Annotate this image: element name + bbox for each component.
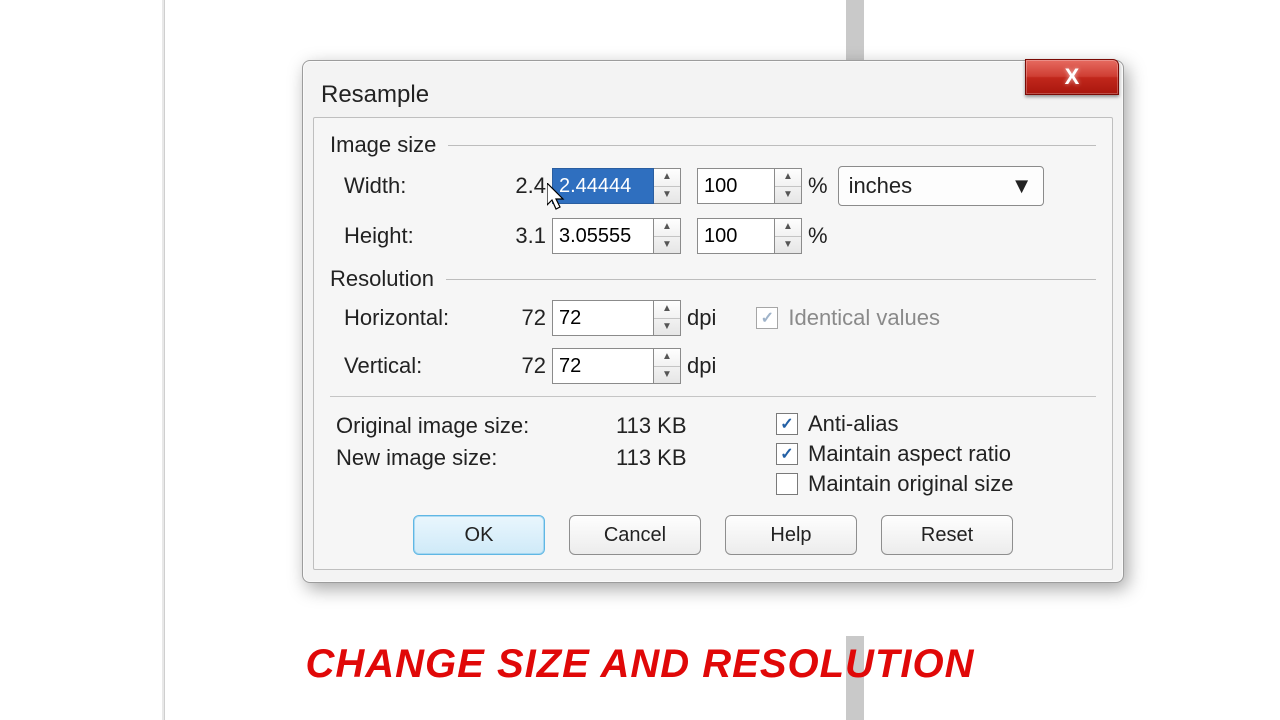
divider — [330, 396, 1096, 397]
bg-page-edge-left — [162, 0, 165, 720]
horizontal-spin-up[interactable]: ▲ — [654, 301, 680, 319]
horizontal-spin-down[interactable]: ▼ — [654, 319, 680, 336]
original-size-label: Original image size: — [330, 413, 616, 439]
vertical-spin-buttons: ▲ ▼ — [654, 348, 681, 384]
width-original-hint: 2.4 — [494, 173, 552, 199]
vertical-spin-down[interactable]: ▼ — [654, 367, 680, 384]
section-rule — [448, 145, 1096, 146]
height-input[interactable] — [552, 218, 654, 254]
horizontal-spin-buttons: ▲ ▼ — [654, 300, 681, 336]
section-rule — [446, 279, 1096, 280]
vertical-input[interactable] — [552, 348, 654, 384]
width-pct-spin-up[interactable]: ▲ — [775, 169, 801, 187]
row-height: Height: 3.1 ▲ ▼ ▲ ▼ % — [330, 218, 1096, 254]
close-button[interactable]: X — [1025, 59, 1119, 95]
checkbox-icon: ✓ — [756, 307, 778, 329]
horizontal-input[interactable] — [552, 300, 654, 336]
height-spin-down[interactable]: ▼ — [654, 237, 680, 254]
anti-alias-checkbox[interactable]: ✓ Anti-alias — [776, 411, 1096, 437]
horizontal-label: Horizontal: — [330, 305, 494, 331]
width-spin-buttons: ▲ ▼ — [654, 168, 681, 204]
button-bar: OK Cancel Help Reset — [330, 515, 1096, 555]
height-pct-spin-up[interactable]: ▲ — [775, 219, 801, 237]
width-pct-spinner: ▲ ▼ — [697, 168, 802, 204]
row-horizontal: Horizontal: 72 ▲ ▼ dpi ✓ Identical value… — [330, 300, 1096, 336]
height-spin-buttons: ▲ ▼ — [654, 218, 681, 254]
height-pct-input[interactable] — [697, 218, 775, 254]
row-vertical: Vertical: 72 ▲ ▼ dpi — [330, 348, 1096, 384]
ok-button[interactable]: OK — [413, 515, 545, 555]
horizontal-spinner: ▲ ▼ — [552, 300, 681, 336]
height-label: Height: — [330, 223, 494, 249]
titlebar: Resample X — [303, 61, 1123, 111]
row-width: Width: 2.4 ▲ ▼ ▲ ▼ % — [330, 166, 1096, 206]
new-size-label: New image size: — [330, 445, 616, 471]
reset-button[interactable]: Reset — [881, 515, 1013, 555]
width-spinner: ▲ ▼ — [552, 168, 681, 204]
section-resolution: Resolution — [330, 266, 1096, 292]
units-combo-value: inches — [849, 173, 913, 199]
horizontal-dpi-unit: dpi — [681, 305, 726, 331]
identical-values-label: Identical values — [788, 305, 940, 331]
checkbox-icon: ✓ — [776, 413, 798, 435]
height-pct-spin-down[interactable]: ▼ — [775, 237, 801, 254]
checkbox-icon — [776, 473, 798, 495]
aspect-ratio-label: Maintain aspect ratio — [808, 441, 1011, 467]
width-pct-spin-buttons: ▲ ▼ — [775, 168, 802, 204]
maintain-original-size-checkbox[interactable]: Maintain original size — [776, 471, 1096, 497]
section-image-size-label: Image size — [330, 132, 436, 158]
height-pct-spin-buttons: ▲ ▼ — [775, 218, 802, 254]
original-size-value: 113 KB — [616, 413, 687, 439]
dialog-client-area: Image size Width: 2.4 ▲ ▼ ▲ — [313, 117, 1113, 570]
height-spinner: ▲ ▼ — [552, 218, 681, 254]
checkbox-icon: ✓ — [776, 443, 798, 465]
help-button[interactable]: Help — [725, 515, 857, 555]
maintain-original-size-label: Maintain original size — [808, 471, 1013, 497]
caption-overlay: CHANGE SIZE AND RESOLUTION — [0, 642, 1280, 687]
vertical-spinner: ▲ ▼ — [552, 348, 681, 384]
sizes-left: Original image size: 113 KB New image si… — [330, 407, 766, 501]
width-pct-input[interactable] — [697, 168, 775, 204]
bg-scroll-stub-top — [846, 0, 864, 60]
vertical-spin-up[interactable]: ▲ — [654, 349, 680, 367]
height-original-hint: 3.1 — [494, 223, 552, 249]
section-resolution-label: Resolution — [330, 266, 434, 292]
sizes-row: Original image size: 113 KB New image si… — [330, 407, 1096, 501]
width-spin-up[interactable]: ▲ — [654, 169, 680, 187]
width-label: Width: — [330, 173, 494, 199]
width-pct-spin-down[interactable]: ▼ — [775, 187, 801, 204]
identical-values-checkbox[interactable]: ✓ Identical values — [756, 305, 940, 331]
resample-dialog: Resample X Image size Width: 2.4 ▲ ▼ — [302, 60, 1124, 583]
height-pct-spinner: ▲ ▼ — [697, 218, 802, 254]
vertical-dpi-unit: dpi — [681, 353, 726, 379]
width-pct-unit: % — [802, 173, 838, 199]
anti-alias-label: Anti-alias — [808, 411, 898, 437]
units-combo[interactable]: inches ▼ — [838, 166, 1044, 206]
vertical-hint: 72 — [494, 353, 552, 379]
aspect-ratio-checkbox[interactable]: ✓ Maintain aspect ratio — [776, 441, 1096, 467]
width-spin-down[interactable]: ▼ — [654, 187, 680, 204]
height-pct-unit: % — [802, 223, 838, 249]
vertical-label: Vertical: — [330, 353, 494, 379]
options-right: ✓ Anti-alias ✓ Maintain aspect ratio Mai… — [766, 407, 1096, 501]
section-image-size: Image size — [330, 132, 1096, 158]
dialog-title: Resample — [321, 81, 429, 109]
horizontal-hint: 72 — [494, 305, 552, 331]
close-icon: X — [1065, 64, 1080, 90]
width-input[interactable] — [552, 168, 654, 204]
height-spin-up[interactable]: ▲ — [654, 219, 680, 237]
cancel-button[interactable]: Cancel — [569, 515, 701, 555]
new-size-value: 113 KB — [616, 445, 687, 471]
